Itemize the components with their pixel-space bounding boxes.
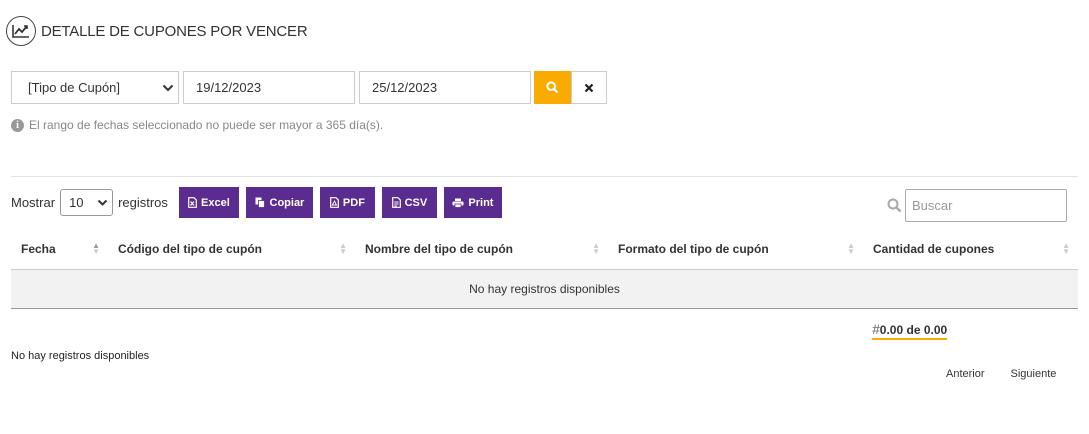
date-to-input[interactable]: 25/12/2023 [359,71,531,104]
sort-icon: ▲ ▼ [92,241,100,256]
sort-icon: ▲ ▼ [847,241,855,256]
excel-file-icon [188,197,197,208]
chevron-down-icon [97,199,108,206]
chevron-down-icon [162,84,174,91]
info-icon: i [11,118,24,132]
table-header: Fecha ▲ ▼ Código del tipo de cupón ▲ ▼ Nom… [11,229,1078,270]
print-button[interactable]: Print [443,187,502,218]
excel-button[interactable]: Excel [178,187,239,218]
next-button[interactable]: Siguiente [1011,368,1057,380]
search-button[interactable] [534,71,571,104]
coupon-type-value: [Tipo de Cupón] [28,80,121,95]
close-icon [584,83,594,92]
pdf-file-icon [330,197,339,208]
trend-chart-icon [6,16,36,46]
csv-file-icon [391,197,401,208]
clear-button[interactable] [571,71,607,104]
coupons-table: Fecha ▲ ▼ Código del tipo de cupón ▲ ▼ Nom… [11,229,1078,309]
sort-icon: ▲ ▼ [339,241,347,256]
copy-icon [255,197,265,208]
column-header-quantity[interactable]: Cantidad de cupones ▲ ▼ [863,229,1078,269]
sort-icon: ▲ ▼ [1062,241,1070,256]
column-header-code[interactable]: Código del tipo de cupón ▲ ▼ [108,229,355,269]
search-icon [887,198,902,213]
printer-icon [452,198,464,208]
table-empty-row: No hay registros disponibles [11,270,1078,309]
records-label: registros [118,195,168,210]
previous-button[interactable]: Anterior [946,368,985,380]
date-range-note: i El rango de fechas seleccionado no pue… [11,118,383,132]
page-length-value: 10 [69,195,84,210]
table-toolbar: Mostrar 10 registros Excel Copiar PDF CS… [11,187,509,218]
sort-icon: ▲ ▼ [592,241,600,256]
filter-bar: [Tipo de Cupón] 19/12/2023 25/12/2023 [11,71,607,104]
table-search: Buscar [887,189,1067,222]
table-info: No hay registros disponibles [11,350,150,362]
pagination: Anterior Siguiente [946,368,1082,380]
search-input[interactable]: Buscar [905,189,1067,222]
copy-button[interactable]: Copiar [245,187,313,218]
hash-icon: # [872,321,880,337]
page-header: DETALLE DE CUPONES POR VENCER [6,16,308,46]
coupon-type-select[interactable]: [Tipo de Cupón] [11,71,179,104]
show-label: Mostrar [11,195,56,210]
coupon-total: #0.00 de 0.00 [872,321,948,340]
coupon-total-value: 0.00 de 0.00 [879,323,948,337]
date-from-input[interactable]: 19/12/2023 [183,71,355,104]
column-header-date[interactable]: Fecha ▲ ▼ [11,229,108,269]
pdf-button[interactable]: PDF [319,187,375,218]
column-header-name[interactable]: Nombre del tipo de cupón ▲ ▼ [355,229,608,269]
divider [11,176,1078,177]
export-buttons: Excel Copiar PDF CSV Print [178,187,509,218]
search-icon [546,81,559,94]
csv-button[interactable]: CSV [381,187,437,218]
date-range-note-text: El rango de fechas seleccionado no puede… [29,118,384,132]
column-header-format[interactable]: Formato del tipo de cupón ▲ ▼ [608,229,863,269]
empty-message: No hay registros disponibles [469,282,620,296]
page-title: DETALLE DE CUPONES POR VENCER [41,22,308,40]
page-length-select[interactable]: 10 [60,189,114,216]
